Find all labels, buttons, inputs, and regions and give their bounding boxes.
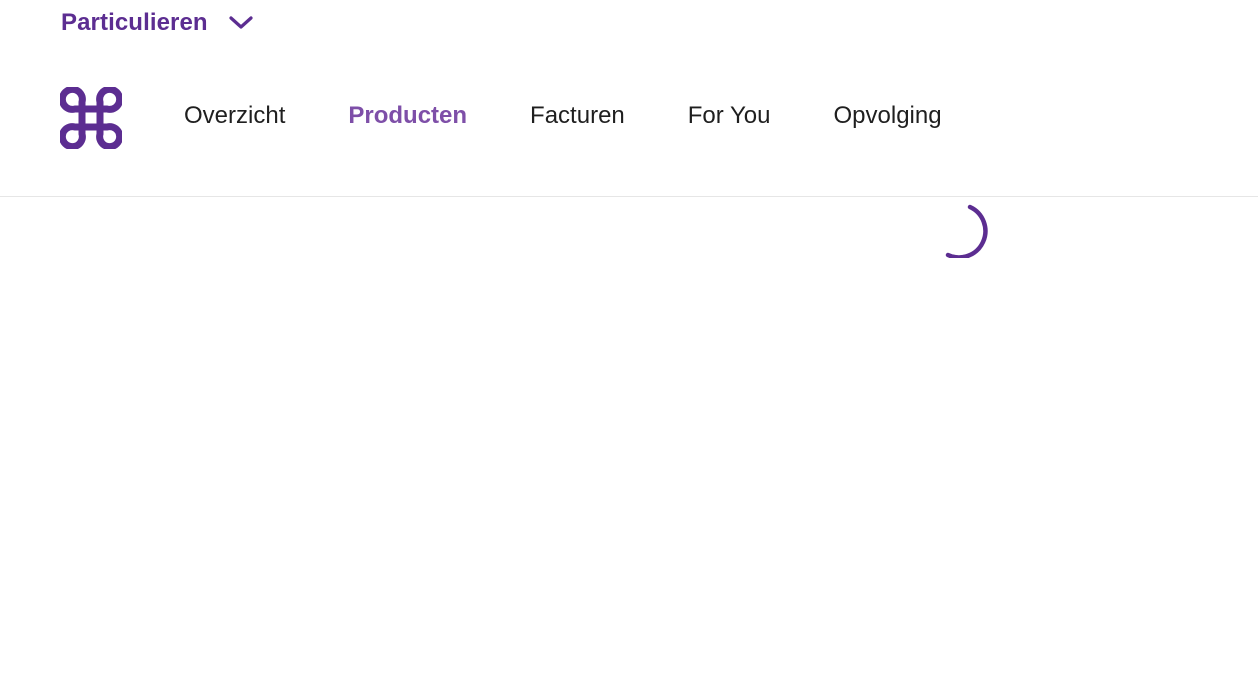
nav-item-for-you[interactable]: For You [688,102,771,130]
primary-nav: Overzicht Producten Facturen For You Opv… [184,80,1005,152]
nav-item-facturen[interactable]: Facturen [530,102,625,130]
loading-spinner-icon [936,204,988,260]
proximus-logo-icon[interactable] [58,85,124,151]
segment-selector[interactable]: Particulieren [61,6,254,40]
nav-item-producten[interactable]: Producten [348,102,467,130]
segment-label: Particulieren [61,9,208,36]
chevron-down-icon [228,15,254,31]
main-header: Overzicht Producten Facturen For You Opv… [0,80,1258,152]
nav-item-opvolging[interactable]: Opvolging [834,102,942,130]
header-divider [0,196,1258,197]
nav-item-overzicht[interactable]: Overzicht [184,102,285,130]
